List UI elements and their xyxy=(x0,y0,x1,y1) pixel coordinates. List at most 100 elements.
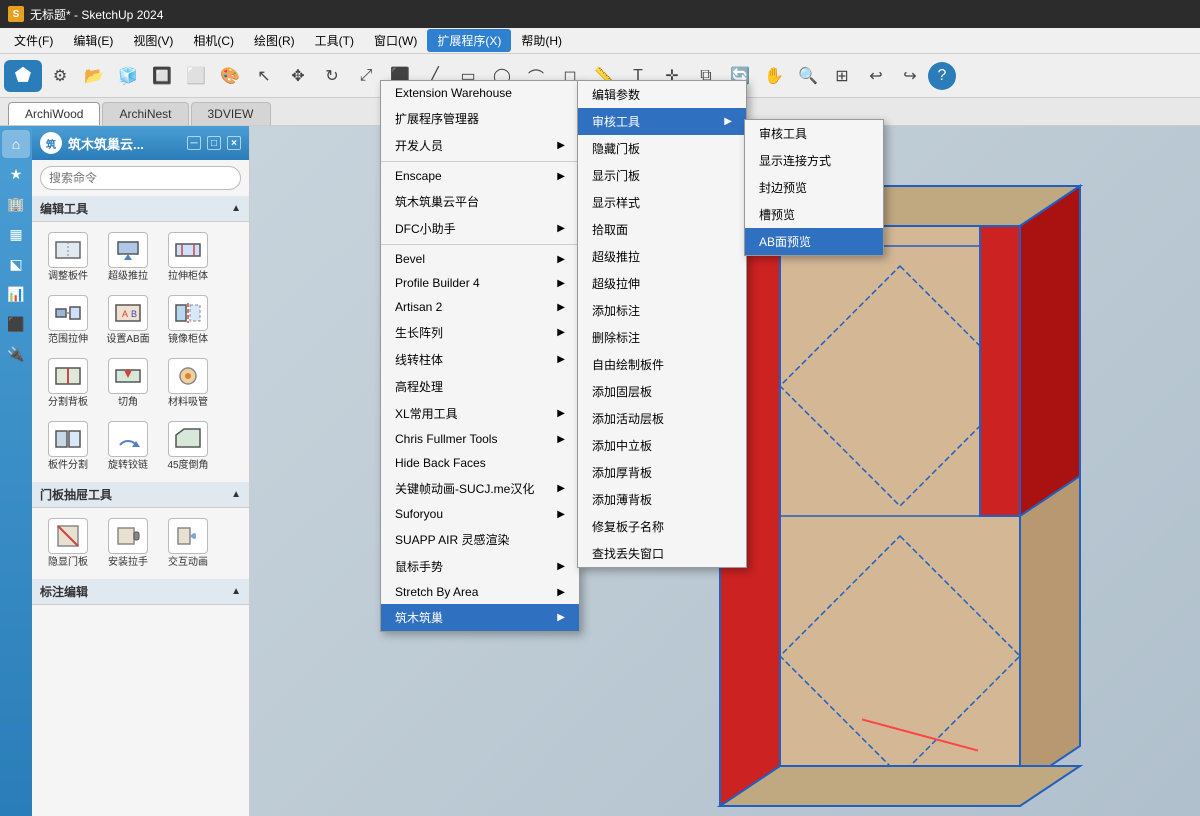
dd-add-fixed-shelf[interactable]: 添加固层板 xyxy=(578,378,746,405)
toolbar-rotate[interactable]: ↻ xyxy=(316,60,348,92)
toolbar-paint[interactable]: 🎨 xyxy=(214,60,246,92)
dd-growth-array[interactable]: 生长阵列 ▶ xyxy=(381,319,579,346)
dd-stretch-by-area[interactable]: Stretch By Area ▶ xyxy=(381,580,579,604)
menu-view[interactable]: 视图(V) xyxy=(123,29,183,52)
dd-audit-tool[interactable]: 审核工具 xyxy=(745,120,883,147)
tool-super-push[interactable]: 超级推拉 xyxy=(100,228,156,287)
toolbar-open[interactable]: 📂 xyxy=(78,60,110,92)
dd-keyframe-anim[interactable]: 关键帧动画-SUCJ.me汉化 ▶ xyxy=(381,475,579,502)
toolbar-group[interactable]: ⬜ xyxy=(180,60,212,92)
tool-range-stretch[interactable]: 范围拉伸 xyxy=(40,291,96,350)
toolbar-move[interactable]: ✥ xyxy=(282,60,314,92)
toolbar-3d[interactable]: 🧊 xyxy=(112,60,144,92)
dd-super-stretch[interactable]: 超级拉伸 xyxy=(578,270,746,297)
tool-interactive-anim[interactable]: 交互动画 xyxy=(160,514,216,573)
dd-add-thick-back[interactable]: 添加厚背板 xyxy=(578,459,746,486)
dd-pick-face[interactable]: 拾取面 xyxy=(578,216,746,243)
dd-free-draw-panel[interactable]: 自由绘制板件 xyxy=(578,351,746,378)
menu-window[interactable]: 窗口(W) xyxy=(364,29,427,52)
toolbar-components[interactable]: 🔲 xyxy=(146,60,178,92)
tool-install-handle[interactable]: 安装拉手 xyxy=(100,514,156,573)
nav-extend[interactable]: 🔌 xyxy=(2,340,30,368)
dd-delete-annotation[interactable]: 删除标注 xyxy=(578,324,746,351)
toolbar-logo[interactable]: ⬟ xyxy=(4,60,42,92)
dd-suapp-air[interactable]: SUAPP AIR 灵感渲染 xyxy=(381,526,579,553)
dd-hide-back-faces[interactable]: Hide Back Faces xyxy=(381,451,579,475)
tool-hide-door[interactable]: 隐显门板 xyxy=(40,514,96,573)
sidebar-close[interactable]: × xyxy=(227,136,241,150)
dd-profile-builder[interactable]: Profile Builder 4 ▶ xyxy=(381,271,579,295)
tool-adjust-panel[interactable]: 调整板件 xyxy=(40,228,96,287)
tool-split-back[interactable]: 分割背板 xyxy=(40,354,96,413)
dd-super-push2[interactable]: 超级推拉 xyxy=(578,243,746,270)
tool-material[interactable]: 材料吸管 xyxy=(160,354,216,413)
dd-ab-preview[interactable]: AB面预览 xyxy=(745,228,883,255)
sidebar-minimize[interactable]: ─ xyxy=(187,136,201,150)
tab-3dview[interactable]: 3DVIEW xyxy=(191,102,271,125)
dd-line-to-column[interactable]: 线转柱体 ▶ xyxy=(381,346,579,373)
menu-tools[interactable]: 工具(T) xyxy=(305,29,364,52)
tool-rotate-hinge[interactable]: 旋转铰链 xyxy=(100,417,156,476)
dd-repair-name[interactable]: 修复板子名称 xyxy=(578,513,746,540)
tool-panel-split[interactable]: 板件分割 xyxy=(40,417,96,476)
section-door-tools[interactable]: 门板抽屉工具 ▲ xyxy=(32,482,249,508)
dd-mouse-gesture[interactable]: 鼠标手势 ▶ xyxy=(381,553,579,580)
nav-factory[interactable]: ⬕ xyxy=(2,250,30,278)
tool-mirror[interactable]: 镜像柜体 xyxy=(160,291,216,350)
menu-draw[interactable]: 绘图(R) xyxy=(244,29,305,52)
section-edit-tools[interactable]: 编辑工具 ▲ xyxy=(32,196,249,222)
dd-chris-fullmer[interactable]: Chris Fullmer Tools ▶ xyxy=(381,427,579,451)
dd-artisan[interactable]: Artisan 2 ▶ xyxy=(381,295,579,319)
toolbar-pan[interactable]: ✋ xyxy=(758,60,790,92)
tool-set-ab[interactable]: AB 设置AB面 xyxy=(100,291,156,350)
sidebar-maximize[interactable]: □ xyxy=(207,136,221,150)
toolbar-settings[interactable]: ⚙ xyxy=(44,60,76,92)
nav-black[interactable]: ⬛ xyxy=(2,310,30,338)
tool-stretch-cabinet[interactable]: 拉伸柜体 xyxy=(160,228,216,287)
dd-show-door-panel[interactable]: 显示门板 xyxy=(578,162,746,189)
tool-45-chamfer[interactable]: 45度倒角 xyxy=(160,417,216,476)
dd-bevel[interactable]: Bevel ▶ xyxy=(381,247,579,271)
dd-elevation[interactable]: 高程处理 xyxy=(381,373,579,400)
menu-file[interactable]: 文件(F) xyxy=(4,29,63,52)
toolbar-redo[interactable]: ↪ xyxy=(894,60,926,92)
dd-xl-tools[interactable]: XL常用工具 ▶ xyxy=(381,400,579,427)
toolbar-scale[interactable]: ⤢ xyxy=(350,60,382,92)
menu-camera[interactable]: 相机(C) xyxy=(183,29,244,52)
dd-extension-warehouse[interactable]: Extension Warehouse xyxy=(381,81,579,105)
menu-help[interactable]: 帮助(H) xyxy=(511,29,572,52)
tab-archiwood[interactable]: ArchiWood xyxy=(8,102,100,125)
dd-edge-preview[interactable]: 封边预览 xyxy=(745,174,883,201)
dd-cloud-platform[interactable]: 筑木筑巢云平台 xyxy=(381,188,579,215)
dd-enscape[interactable]: Enscape ▶ xyxy=(381,164,579,188)
nav-report[interactable]: 📊 xyxy=(2,280,30,308)
toolbar-help[interactable]: ? xyxy=(928,62,956,90)
dd-dfc-helper[interactable]: DFC小助手 ▶ xyxy=(381,215,579,242)
toolbar-zoomext[interactable]: ⊞ xyxy=(826,60,858,92)
dd-add-movable-shelf[interactable]: 添加活动层板 xyxy=(578,405,746,432)
dd-add-middle-panel[interactable]: 添加中立板 xyxy=(578,432,746,459)
nav-building[interactable]: 🏢 xyxy=(2,190,30,218)
dd-groove-preview[interactable]: 槽预览 xyxy=(745,201,883,228)
tool-cut[interactable]: 切角 xyxy=(100,354,156,413)
toolbar-select[interactable]: ↖ xyxy=(248,60,280,92)
dd-developer[interactable]: 开发人员 ▶ xyxy=(381,132,579,159)
dd-hide-door-panel[interactable]: 隐藏门板 xyxy=(578,135,746,162)
dd-add-annotation[interactable]: 添加标注 xyxy=(578,297,746,324)
toolbar-zoom[interactable]: 🔍 xyxy=(792,60,824,92)
nav-cabinet[interactable]: ▦ xyxy=(2,220,30,248)
dd-suforyou[interactable]: Suforyou ▶ xyxy=(381,502,579,526)
dd-audit-tools[interactable]: 审核工具 ▶ xyxy=(578,108,746,135)
dd-show-style[interactable]: 显示样式 xyxy=(578,189,746,216)
dd-add-thin-back[interactable]: 添加薄背板 xyxy=(578,486,746,513)
menu-extensions[interactable]: 扩展程序(X) xyxy=(427,29,511,52)
nav-home[interactable]: ⌂ xyxy=(2,130,30,158)
dd-edit-params[interactable]: 编辑参数 xyxy=(578,81,746,108)
tab-archinest[interactable]: ArchiNest xyxy=(102,102,188,125)
search-input[interactable] xyxy=(40,166,241,190)
dd-find-lost-window[interactable]: 查找丢失窗口 xyxy=(578,540,746,567)
dd-extension-manager[interactable]: 扩展程序管理器 xyxy=(381,105,579,132)
toolbar-undo[interactable]: ↩ xyxy=(860,60,892,92)
dd-zhumu-zhuchao[interactable]: 筑木筑巢 ▶ xyxy=(381,604,579,631)
menu-edit[interactable]: 编辑(E) xyxy=(63,29,123,52)
